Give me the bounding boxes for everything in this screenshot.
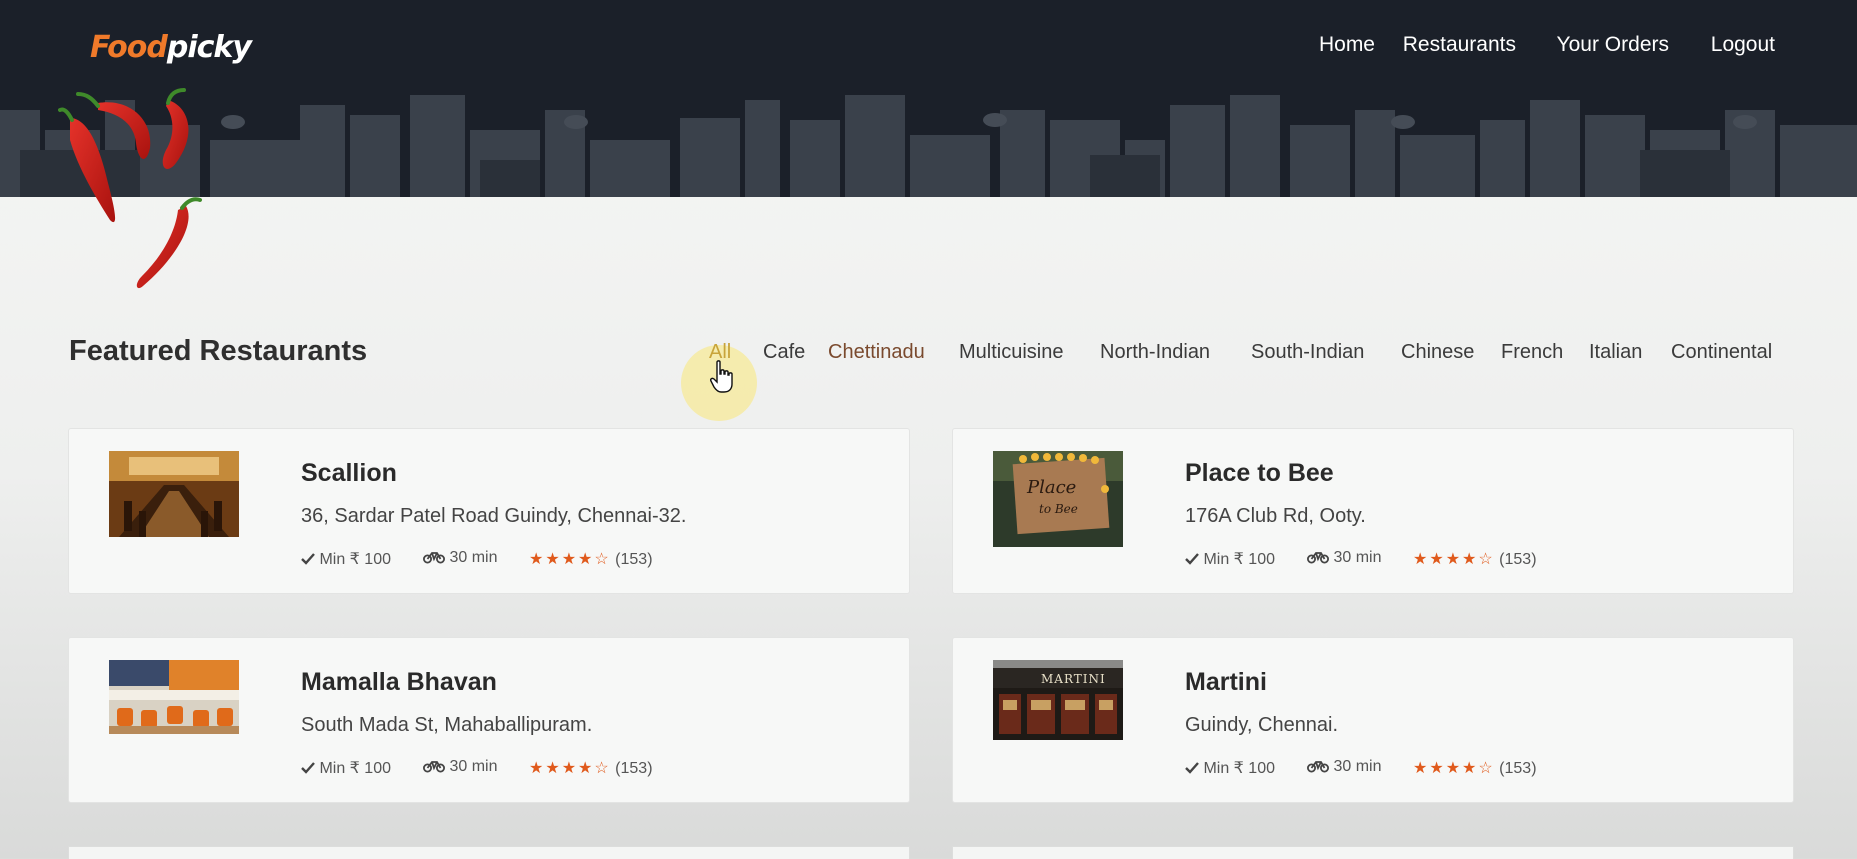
star-icon: ★★★★☆: [529, 551, 611, 568]
review-count: (153): [1499, 760, 1537, 777]
nav-home[interactable]: Home: [1319, 33, 1375, 57]
restaurant-name[interactable]: Martini: [1185, 668, 1267, 697]
rating: ★★★★☆ (153): [1413, 758, 1537, 778]
featured-restaurants-heading: Featured Restaurants: [69, 335, 368, 367]
restaurant-name[interactable]: Place to Bee: [1185, 459, 1334, 488]
restaurant-card-partial[interactable]: [68, 846, 910, 859]
restaurant-image-martini: MARTINI: [993, 660, 1123, 740]
review-count: (153): [615, 760, 653, 777]
restaurant-card-scallion[interactable]: Scallion 36, Sardar Patel Road Guindy, C…: [68, 428, 910, 594]
review-count: (153): [1499, 551, 1537, 568]
bike-icon: [1307, 761, 1329, 773]
delivery-time-text: 30 min: [449, 549, 498, 566]
foodpicky-logo[interactable]: Foodpicky: [90, 30, 252, 70]
filter-french[interactable]: French: [1501, 341, 1563, 364]
review-count: (153): [615, 551, 653, 568]
filter-north-indian[interactable]: North-Indian: [1100, 341, 1210, 364]
bike-icon: [423, 761, 445, 773]
rating: ★★★★☆ (153): [529, 758, 653, 778]
restaurant-address: Guindy, Chennai.: [1185, 714, 1339, 736]
restaurant-card-mamalla-bhavan[interactable]: Mamalla Bhavan South Mada St, Mahaballip…: [68, 637, 910, 803]
restaurant-image-place-to-bee: Place to Bee: [993, 451, 1123, 547]
restaurant-card-place-to-bee[interactable]: Place to Bee Place to Bee 176A Club Rd, …: [952, 428, 1794, 594]
city-skyline-illustration: [0, 0, 1857, 197]
delivery-time: 30 min: [423, 758, 497, 776]
delivery-time-text: 30 min: [1333, 549, 1382, 566]
restaurant-image-scallion: [109, 451, 239, 537]
nav-restaurants[interactable]: Restaurants: [1403, 33, 1516, 57]
min-order-text: Min ₹ 100: [1203, 760, 1275, 777]
min-order: Min ₹ 100: [301, 549, 391, 569]
check-icon: [301, 762, 315, 774]
restaurant-image-mamalla-bhavan: [109, 660, 239, 734]
filter-cafe[interactable]: Cafe: [763, 341, 805, 364]
restaurant-name[interactable]: Scallion: [301, 459, 397, 488]
min-order-text: Min ₹ 100: [319, 760, 391, 777]
rating: ★★★★☆ (153): [529, 549, 653, 569]
site-header: Foodpicky Home Restaurants Your Orders L…: [0, 0, 1857, 197]
sign-text-place: Place: [1026, 477, 1076, 498]
martini-sign-text: MARTINI: [1041, 672, 1106, 686]
hand-pointer-icon: [710, 360, 733, 393]
restaurant-address: South Mada St, Mahaballipuram.: [301, 714, 593, 736]
restaurant-card-partial[interactable]: [952, 846, 1794, 859]
min-order-text: Min ₹ 100: [319, 551, 391, 568]
check-icon: [1185, 762, 1199, 774]
delivery-time: 30 min: [1307, 758, 1381, 776]
delivery-time: 30 min: [1307, 549, 1381, 567]
min-order-text: Min ₹ 100: [1203, 551, 1275, 568]
filter-south-indian[interactable]: South-Indian: [1251, 341, 1364, 364]
restaurant-address: 176A Club Rd, Ooty.: [1185, 505, 1366, 527]
nav-your-orders[interactable]: Your Orders: [1557, 33, 1669, 57]
rating: ★★★★☆ (153): [1413, 549, 1537, 569]
filter-multicuisine[interactable]: Multicuisine: [959, 341, 1063, 364]
min-order: Min ₹ 100: [1185, 549, 1275, 569]
restaurant-name[interactable]: Mamalla Bhavan: [301, 668, 497, 697]
red-chilli-illustration: [58, 88, 202, 289]
delivery-time-text: 30 min: [1333, 758, 1382, 775]
star-icon: ★★★★☆: [1413, 760, 1495, 777]
restaurant-card-martini[interactable]: MARTINI Martini Guindy, Chennai. Min ₹ 1…: [952, 637, 1794, 803]
filter-continental[interactable]: Continental: [1671, 341, 1772, 364]
nav-logout[interactable]: Logout: [1711, 33, 1775, 57]
star-icon: ★★★★☆: [529, 760, 611, 777]
star-icon: ★★★★☆: [1413, 551, 1495, 568]
bike-icon: [423, 552, 445, 564]
filter-chinese[interactable]: Chinese: [1401, 341, 1474, 364]
delivery-time: 30 min: [423, 549, 497, 567]
min-order: Min ₹ 100: [301, 758, 391, 778]
logo-part-picky: picky: [166, 30, 252, 65]
min-order: Min ₹ 100: [1185, 758, 1275, 778]
filter-italian[interactable]: Italian: [1589, 341, 1642, 364]
check-icon: [1185, 553, 1199, 565]
logo-part-food: Food: [90, 30, 168, 65]
filter-chettinadu[interactable]: Chettinadu: [828, 341, 925, 364]
restaurant-address: 36, Sardar Patel Road Guindy, Chennai-32…: [301, 505, 687, 527]
sign-text-to-bee: to Bee: [1039, 502, 1078, 516]
bike-icon: [1307, 552, 1329, 564]
check-icon: [301, 553, 315, 565]
delivery-time-text: 30 min: [449, 758, 498, 775]
